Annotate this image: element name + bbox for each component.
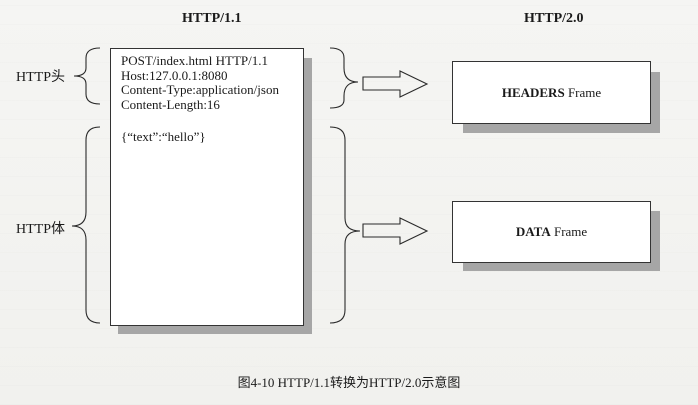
header-left-brace bbox=[73, 47, 101, 105]
diagram-connectors bbox=[71, 47, 429, 324]
header-arrow-icon bbox=[362, 70, 429, 98]
body-right-brace bbox=[329, 126, 361, 324]
body-left-brace bbox=[71, 126, 101, 324]
header-right-brace bbox=[329, 47, 359, 109]
data-arrow-icon bbox=[362, 217, 429, 245]
figure-caption: 图4-10 HTTP/1.1转换为HTTP/2.0示意图 bbox=[237, 375, 461, 390]
